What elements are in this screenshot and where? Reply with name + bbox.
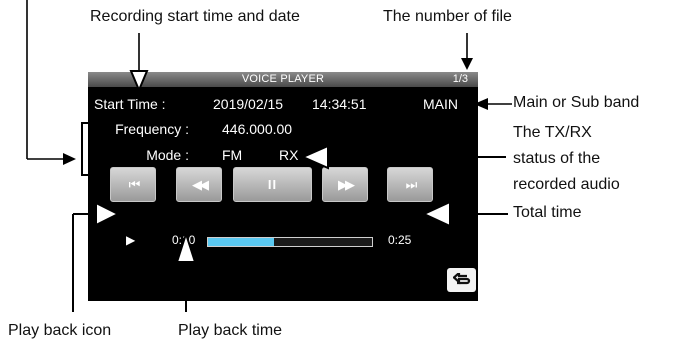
callout-arrows	[26, 0, 512, 312]
